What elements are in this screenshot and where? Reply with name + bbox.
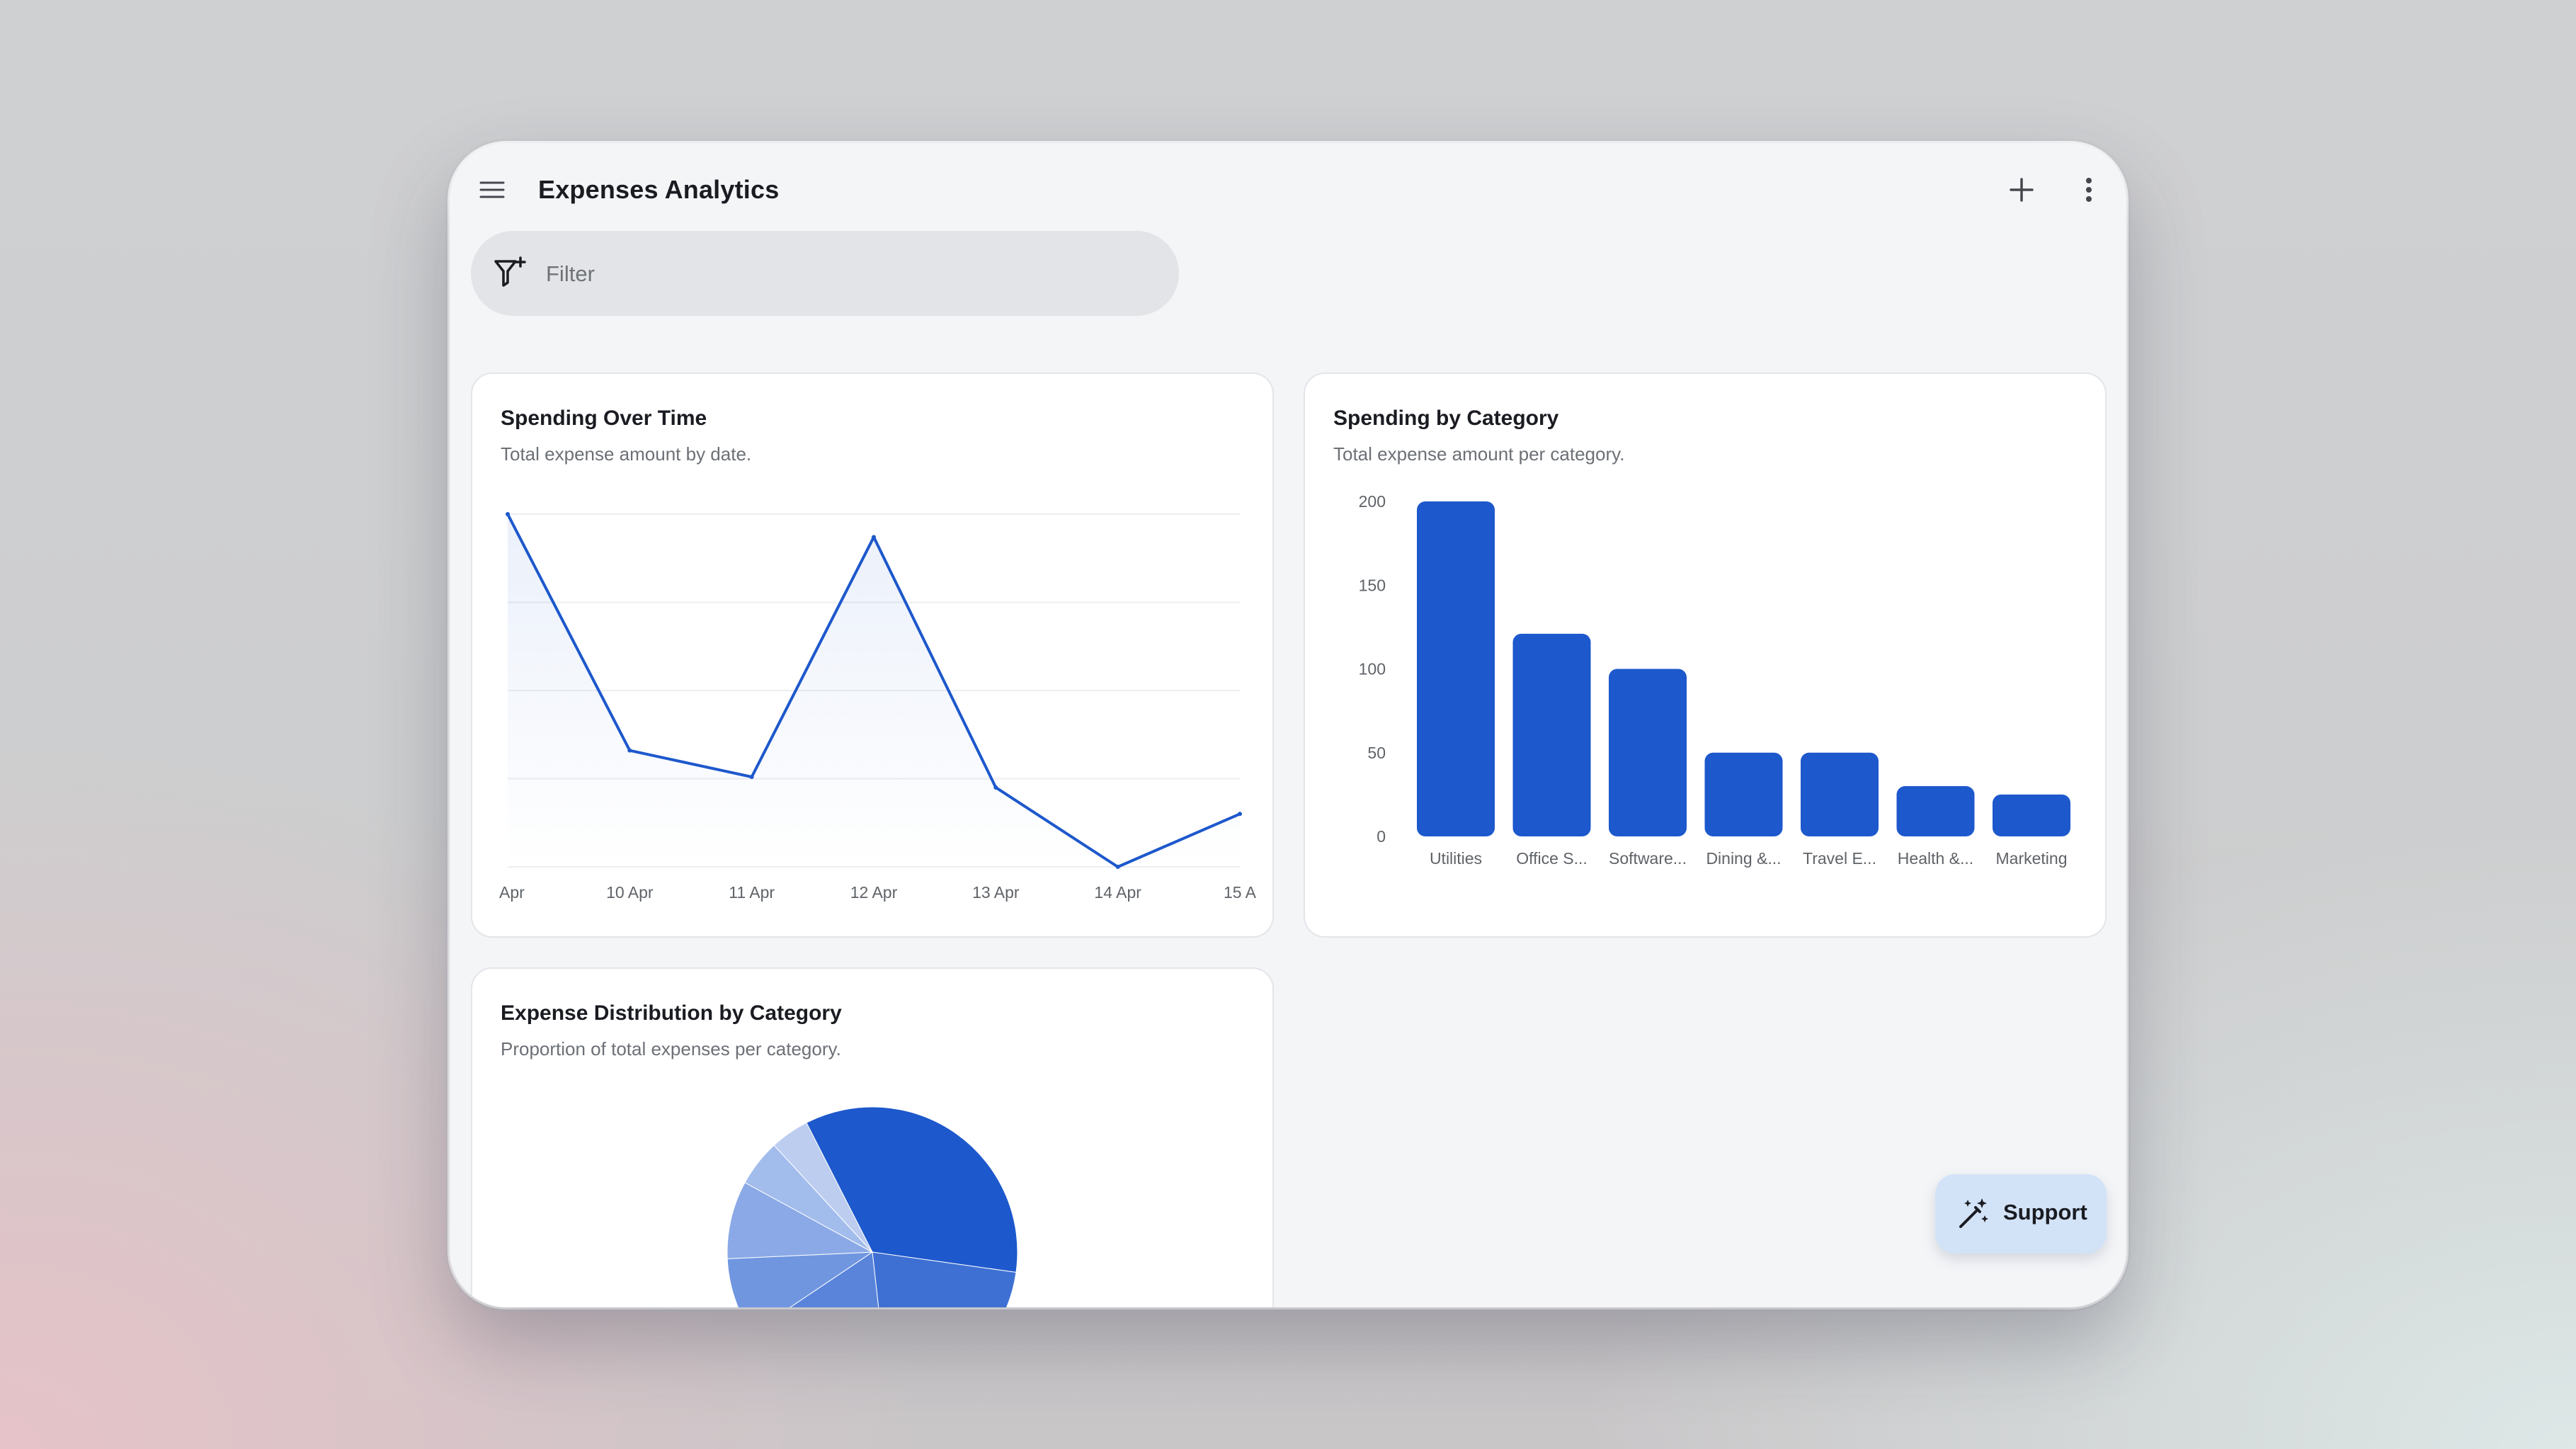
x-tick-label: 13 Apr [972,883,1020,902]
line-point [993,785,998,790]
y-tick-label: 50 [1367,744,1386,762]
x-tick-label: Software... [1609,849,1687,868]
expense-distribution-pie [726,1106,1018,1307]
y-tick-label: 100 [1359,660,1386,678]
bar [1609,669,1687,836]
y-tick-label: 150 [1359,576,1386,594]
expense-distribution-card: Expense Distribution by Category Proport… [471,967,1274,1307]
line-point [1238,812,1242,817]
x-tick-label: Health &... [1898,849,1973,868]
magic-wand-icon [1959,1198,1988,1228]
filter-input[interactable] [545,252,1156,296]
more-vertical-icon [2086,178,2092,202]
add-button[interactable] [2000,169,2043,211]
x-tick-label: Travel E... [1803,849,1876,868]
filter-plus-icon [494,256,526,287]
bar [1993,794,2070,836]
x-tick-label: 10 Apr [606,883,654,902]
x-tick-label: Utilities [1430,849,1482,868]
menu-button[interactable] [471,169,513,211]
app-bar: Expenses Analytics [450,143,2126,228]
bar [1896,786,1975,836]
tablet-window: Expenses Analytics Spending Over Time To… [450,143,2126,1307]
filter-bar[interactable] [471,231,1179,316]
bar [1417,501,1495,836]
line-point [506,512,510,516]
x-tick-label: 12 Apr [850,883,898,902]
bar [1512,633,1591,836]
more-options-button[interactable] [2068,169,2110,211]
support-button[interactable]: Support [1935,1174,2107,1254]
x-tick-label: Dining &... [1706,849,1781,868]
x-tick-label: 14 Apr [1094,883,1141,902]
spending-over-time-card: Spending Over Time Total expense amount … [471,373,1274,938]
support-label: Support [2003,1200,2087,1224]
line-point [872,535,876,540]
spending-by-category-chart: 0 50 100 150 200 Utilities Office S... Softwar… [1359,492,2070,868]
y-tick-label: 0 [1377,827,1386,846]
x-tick-label: Marketing [1996,849,2068,868]
x-tick-label: 15 A [1224,883,1257,902]
bar [1704,752,1783,836]
line-point [749,775,754,780]
plus-icon [2010,178,2034,202]
x-tick-label: 11 Apr [729,883,775,902]
spending-by-category-card: Spending by Category Total expense amoun… [1304,373,2107,938]
bar [1801,752,1879,836]
line-point [1115,865,1120,869]
x-tick-label: Office S... [1516,849,1588,868]
spending-over-time-chart: Apr 10 Apr 11 Apr 12 Apr 13 Apr 14 Apr 15 A [499,512,1257,902]
line-point [627,748,632,753]
x-tick-label: Apr [499,883,525,902]
hamburger-menu-icon [479,181,505,198]
page-title: Expenses Analytics [538,175,780,204]
y-tick-label: 200 [1359,492,1386,511]
